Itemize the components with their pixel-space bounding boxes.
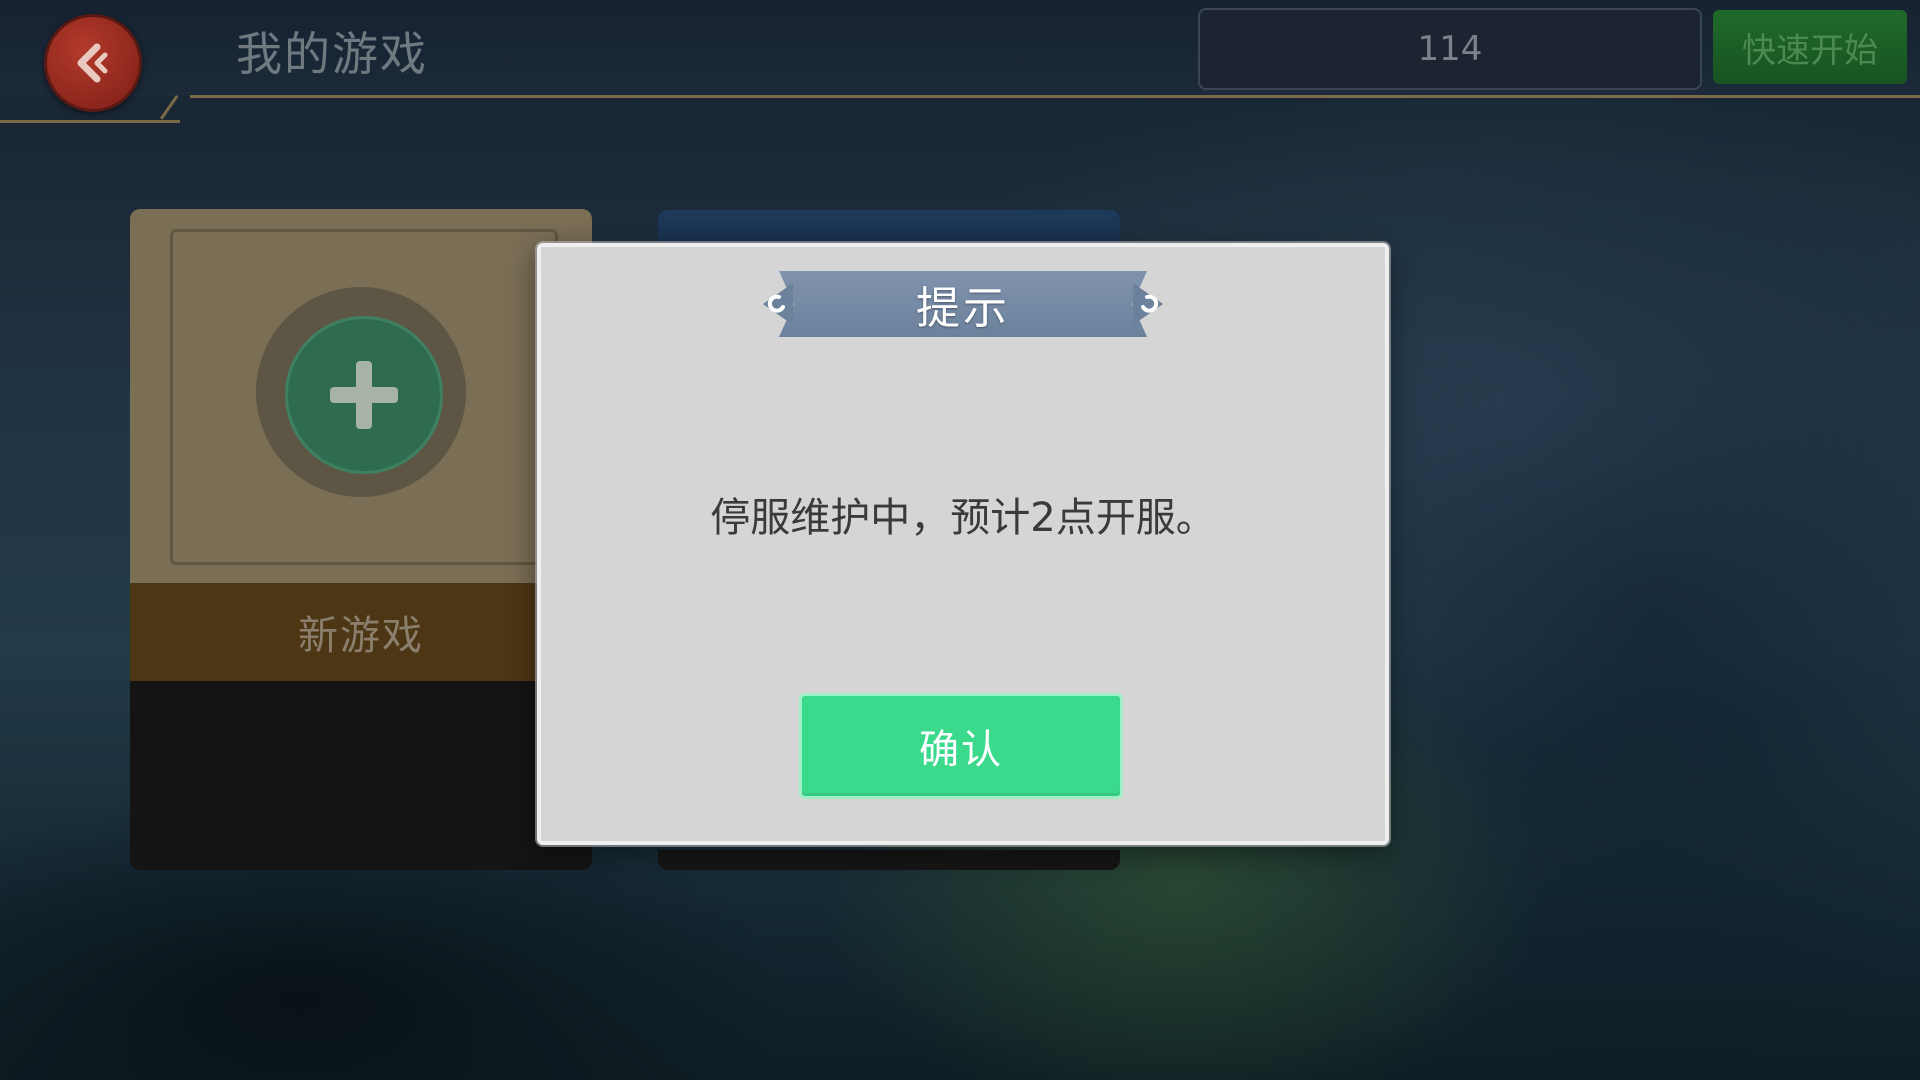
back-button[interactable]: [44, 14, 142, 112]
room-search-value: 114: [1417, 29, 1483, 69]
quick-start-label: 快速开始: [1742, 30, 1878, 71]
new-game-card-art: [130, 209, 592, 583]
page-title: 我的游戏: [236, 27, 428, 81]
dialog-title-banner: 提示: [749, 271, 1177, 337]
new-game-label: 新游戏: [130, 583, 592, 681]
new-game-card-footer: [130, 681, 592, 870]
confirm-label: 确认: [919, 727, 1003, 773]
header-divider: [190, 95, 1920, 98]
game-card-footer: [658, 850, 1120, 870]
notice-dialog: 提示 停服维护中，预计2点开服。 确认: [537, 243, 1389, 845]
confirm-button[interactable]: 确认: [799, 693, 1123, 799]
quick-start-button[interactable]: 快速开始: [1713, 10, 1907, 84]
new-game-card[interactable]: 新游戏: [130, 209, 592, 870]
header: 我的游戏 114 快速开始: [0, 0, 1920, 125]
add-game-button[interactable]: [285, 316, 443, 474]
header-divider-left: [0, 120, 180, 123]
dialog-message: 停服维护中，预计2点开服。: [710, 495, 1216, 541]
chevron-left-icon: [77, 43, 108, 83]
plus-icon: [330, 361, 398, 429]
dialog-title: 提示: [916, 283, 1010, 334]
game-screen: 我的游戏 114 快速开始 新游戏 提示 停服维护中，预计2点开服。 确认: [0, 0, 1920, 1080]
room-search-input[interactable]: 114: [1198, 8, 1702, 90]
header-divider-joint: [159, 95, 179, 120]
